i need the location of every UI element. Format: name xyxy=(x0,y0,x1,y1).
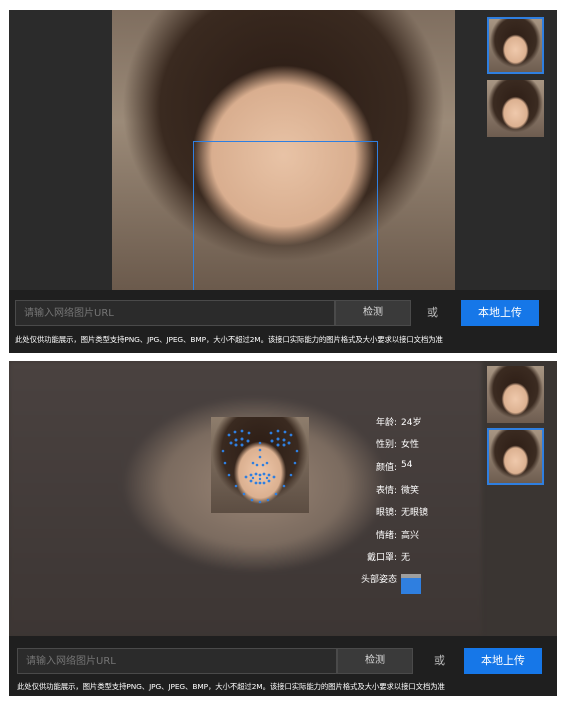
thumbnail-image xyxy=(487,80,544,137)
attr-label: 头部姿态 xyxy=(360,575,397,585)
local-upload-button[interactable]: 本地上传 xyxy=(464,648,542,674)
attr-value: 无眼镜 xyxy=(401,508,429,518)
attr-label: 戴口罩: xyxy=(366,553,397,563)
attr-expression: 表情: 微笑 xyxy=(349,483,489,499)
attr-head-pose: 头部姿态 xyxy=(349,572,489,598)
attr-value: 54 xyxy=(401,460,413,470)
or-label: 或 xyxy=(434,654,445,667)
attr-label: 性别: xyxy=(375,440,397,450)
usage-note: 此处仅供功能展示，图片类型支持PNG、JPG、JPEG、BMP，大小不超过2M。… xyxy=(17,682,445,691)
thumbnail-image xyxy=(489,430,542,483)
head-pose-indicator xyxy=(401,574,421,594)
attr-beauty: 颜值: 54 xyxy=(349,460,489,476)
attr-label: 情绪: xyxy=(375,531,397,541)
face-crop-image xyxy=(211,417,309,513)
control-bar: 检测 或 本地上传 此处仅供功能展示，图片类型支持PNG、JPG、JPEG、BM… xyxy=(9,636,557,696)
attr-label: 眼镜: xyxy=(375,508,397,518)
attr-value: 无 xyxy=(401,553,411,563)
face-bounding-box xyxy=(193,141,378,301)
attr-glasses: 眼镜: 无眼镜 xyxy=(349,505,489,521)
local-upload-button[interactable]: 本地上传 xyxy=(461,300,539,326)
thumbnail-1[interactable] xyxy=(487,366,544,423)
attr-gender: 性别: 女性 xyxy=(349,437,489,453)
thumbnail-image xyxy=(489,19,542,72)
usage-note: 此处仅供功能展示，图片类型支持PNG、JPG、JPEG、BMP，大小不超过2M。… xyxy=(15,335,443,344)
image-url-input[interactable] xyxy=(15,300,335,326)
attr-value: 微笑 xyxy=(401,486,420,496)
attr-value: 高兴 xyxy=(401,531,420,541)
attr-emotion: 情绪: 高兴 xyxy=(349,528,489,544)
attr-value: 女性 xyxy=(401,440,420,450)
image-stage xyxy=(9,10,482,301)
attr-label: 表情: xyxy=(375,486,397,496)
face-detect-panel-top: 检测 或 本地上传 此处仅供功能展示，图片类型支持PNG、JPG、JPEG、BM… xyxy=(9,10,557,353)
face-detect-panel-bottom: 年龄: 24岁 性别: 女性 颜值: 54 表情: 微笑 眼镜: 无眼镜 情绪:… xyxy=(9,361,557,696)
attr-mask: 戴口罩: 无 xyxy=(349,550,489,566)
face-landmarks-overlay xyxy=(221,429,299,504)
attr-value: 24岁 xyxy=(401,418,422,428)
attr-age: 年龄: 24岁 xyxy=(349,415,489,431)
thumbnail-2[interactable] xyxy=(487,428,544,485)
landmark-points xyxy=(221,429,299,504)
detect-button[interactable]: 检测 xyxy=(335,300,411,326)
control-bar: 检测 或 本地上传 此处仅供功能展示，图片类型支持PNG、JPG、JPEG、BM… xyxy=(9,290,557,353)
image-url-input[interactable] xyxy=(17,648,337,674)
thumbnail-1[interactable] xyxy=(487,17,544,74)
attr-label: 颜值: xyxy=(375,463,397,473)
detect-button[interactable]: 检测 xyxy=(337,648,413,674)
thumbnail-image xyxy=(487,366,544,423)
thumbnail-2[interactable] xyxy=(487,80,544,137)
attr-label: 年龄: xyxy=(375,418,397,428)
or-label: 或 xyxy=(427,306,438,319)
